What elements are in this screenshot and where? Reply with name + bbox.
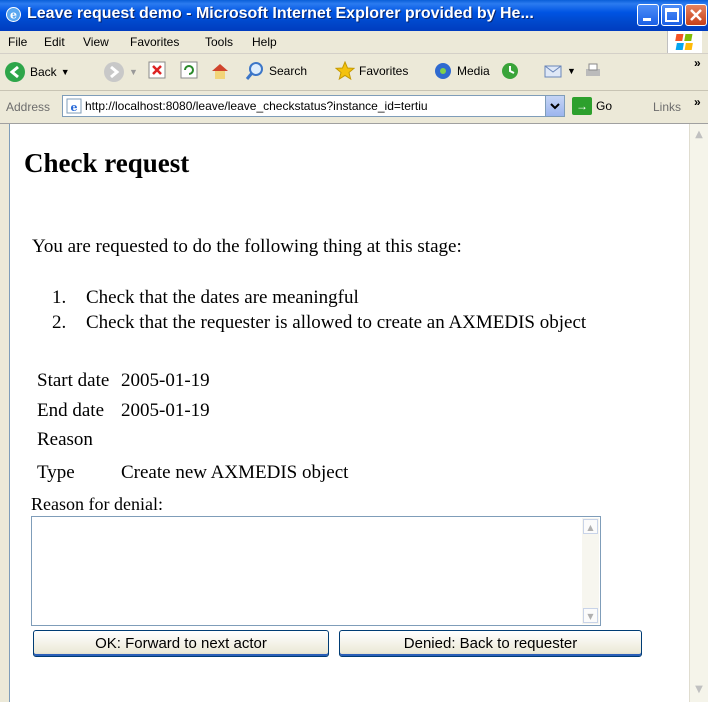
step-number: 2. [52,312,67,333]
address-input[interactable]: e http://localhost:8080/leave/leave_chec… [62,95,565,117]
media-button[interactable]: Media [433,61,490,81]
mail-dropdown-icon[interactable]: ▼ [567,66,576,76]
scroll-down-icon[interactable]: ▼ [691,681,707,698]
page-icon: e [66,98,82,114]
end-date-value: 2005-01-19 [121,400,210,421]
search-label: Search [269,64,308,78]
step-number: 1. [52,287,67,308]
stop-icon [148,61,166,79]
start-date-value: 2005-01-19 [121,370,210,391]
menu-tools[interactable]: Tools [205,35,233,49]
mail-icon [544,65,562,78]
window-title: Leave request demo - Microsoft Internet … [27,5,534,22]
title-bar[interactable]: e Leave request demo - Microsoft Interne… [0,0,708,31]
menu-bar: File Edit View Favorites Tools Help [0,31,708,54]
media-label: Media [457,64,490,78]
back-button[interactable]: Back ▼ [4,61,70,83]
denial-reason-textarea[interactable]: ▲ ▼ [31,516,601,626]
print-button[interactable] [583,61,603,81]
step-text: Check that the requester is allowed to c… [86,312,587,333]
print-icon [586,63,600,76]
svg-text:e: e [10,9,17,22]
scroll-up-icon[interactable]: ▲ [691,126,707,143]
links-overflow-chevron-icon[interactable]: » [694,95,701,109]
address-url: http://localhost:8080/leave/leave_checks… [85,99,428,113]
scroll-up-icon[interactable]: ▲ [583,519,598,534]
denial-reason-label: Reason for denial: [31,494,163,514]
links-label[interactable]: Links [653,100,681,114]
back-arrow-icon [5,62,25,82]
address-label: Address [6,100,51,114]
menu-help[interactable]: Help [252,35,277,49]
start-date-label: Start date [37,370,110,391]
intro-text: You are requested to do the following th… [32,236,462,257]
media-icon [435,63,451,79]
chevron-down-icon [550,103,560,110]
search-button[interactable]: Search [245,61,307,81]
address-bar: Address e http://localhost:8080/leave/le… [0,91,708,124]
star-icon [335,61,355,81]
forward-arrow-icon [104,62,124,82]
close-icon [690,9,702,21]
go-button[interactable]: → Go [572,97,612,115]
back-dropdown-icon[interactable]: ▼ [61,67,70,77]
search-icon [245,62,263,80]
refresh-icon [180,61,198,79]
close-button[interactable] [685,4,707,26]
back-label: Back [30,65,57,79]
menu-view[interactable]: View [83,35,109,49]
toolbar: Back ▼ ▼ Search Favorites Media ▼ » [0,54,708,91]
denied-back-button[interactable]: Denied: Back to requester [339,630,642,657]
minimize-icon [643,18,651,21]
windows-flag-icon [667,31,702,53]
history-icon [502,63,518,79]
reason-label: Reason [37,429,93,450]
maximize-button[interactable] [661,4,683,26]
menu-favorites[interactable]: Favorites [130,35,179,49]
go-label: Go [596,99,613,113]
forward-dropdown-icon[interactable]: ▼ [129,67,138,77]
page-title: Check request [24,148,190,178]
forward-button[interactable]: ▼ [103,61,138,83]
list-item: 2. Check that the requester is allowed to… [52,312,586,334]
refresh-button[interactable] [180,61,198,79]
list-item: 1. Check that the dates are meaningful [52,287,359,309]
toolbar-overflow-chevron-icon[interactable]: » [694,56,701,70]
type-value: Create new AXMEDIS object [121,462,349,483]
svg-text:e: e [71,101,78,114]
scroll-down-icon[interactable]: ▼ [583,608,598,623]
ie-logo-icon: e [6,7,21,22]
menu-file[interactable]: File [8,35,27,49]
mail-button[interactable]: ▼ [543,61,576,81]
browser-window: e Leave request demo - Microsoft Interne… [0,0,708,702]
stop-button[interactable] [148,61,166,79]
minimize-button[interactable] [637,4,659,26]
textarea-scrollbar[interactable]: ▲ ▼ [582,518,599,624]
address-dropdown-button[interactable] [545,96,564,116]
maximize-icon [665,8,679,22]
type-label: Type [37,462,75,483]
ok-forward-button[interactable]: OK: Forward to next actor [33,630,329,657]
home-icon [212,64,228,79]
end-date-label: End date [37,400,105,421]
favorites-button[interactable]: Favorites [335,61,408,81]
home-button[interactable] [210,61,230,81]
favorites-label: Favorites [359,64,409,78]
history-button[interactable] [500,61,520,81]
page-scrollbar[interactable]: ▲ ▼ [689,124,708,702]
go-arrow-icon: → [572,97,592,115]
step-text: Check that the dates are meaningful [86,287,359,308]
menu-edit[interactable]: Edit [44,35,65,49]
